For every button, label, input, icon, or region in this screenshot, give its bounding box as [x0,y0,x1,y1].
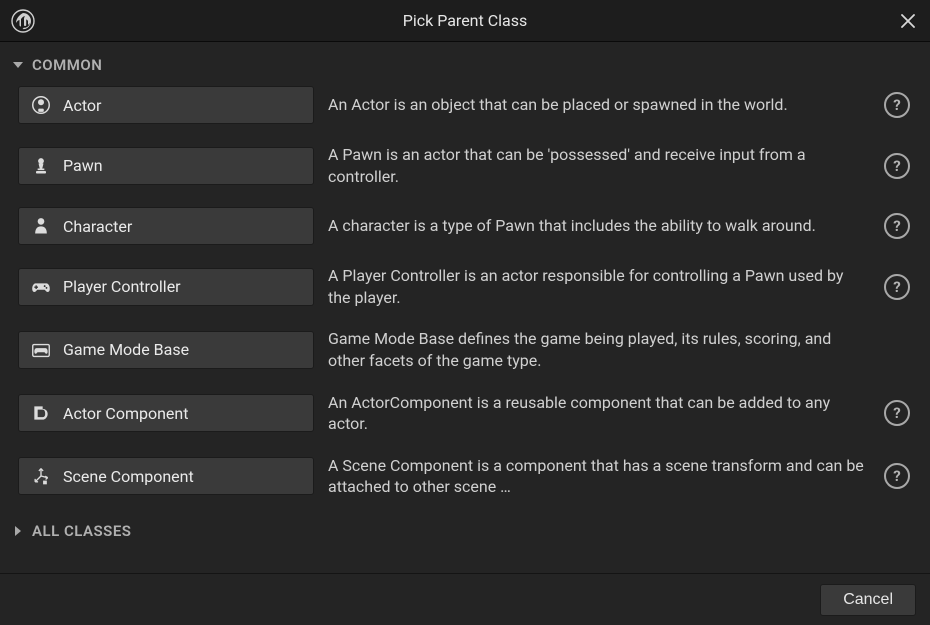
class-description: A Scene Component is a component that ha… [328,455,870,498]
class-description: A character is a type of Pawn that inclu… [328,215,870,237]
help-placeholder [884,337,910,363]
help-button-actor[interactable]: ? [884,92,910,118]
class-label: Character [63,217,132,236]
section-common-label: COMMON [32,56,102,74]
section-common-header[interactable]: COMMON [10,50,920,82]
close-button[interactable] [896,9,920,33]
class-description: Game Mode Base defines the game being pl… [328,328,870,371]
class-row-scene-component: Scene Component A Scene Component is a co… [18,455,918,498]
class-description: An ActorComponent is a reusable componen… [328,392,870,435]
help-button-player-controller[interactable]: ? [884,274,910,300]
actor-icon [29,93,53,117]
class-button-player-controller[interactable]: Player Controller [18,268,314,306]
help-button-scene-component[interactable]: ? [884,463,910,489]
question-icon: ? [893,96,900,114]
class-button-pawn[interactable]: Pawn [18,147,314,185]
titlebar: Pick Parent Class [0,0,930,42]
class-row-character: Character A character is a type of Pawn t… [18,207,918,245]
class-button-actor[interactable]: Actor [18,86,314,124]
unreal-logo-icon [10,8,36,34]
pawn-icon [29,154,53,178]
class-button-scene-component[interactable]: Scene Component [18,457,314,495]
question-icon: ? [893,404,900,422]
dialog-content: COMMON Actor An Actor is an object that c… [0,42,930,573]
class-row-actor-component: Actor Component An ActorComponent is a re… [18,392,918,435]
component-icon [29,401,53,425]
class-label: Scene Component [63,467,194,486]
question-icon: ? [893,278,900,296]
controller-icon [29,275,53,299]
class-button-character[interactable]: Character [18,207,314,245]
class-button-game-mode-base[interactable]: Game Mode Base [18,331,314,369]
cancel-button[interactable]: Cancel [820,584,916,616]
section-all-classes-header[interactable]: ALL CLASSES [10,508,920,548]
class-description: An Actor is an object that can be placed… [328,94,870,116]
chevron-right-icon [12,524,26,538]
question-icon: ? [893,217,900,235]
class-list: Actor An Actor is an object that can be p… [10,82,920,508]
scene-component-icon [29,464,53,488]
class-description: A Pawn is an actor that can be 'possesse… [328,144,870,187]
class-row-actor: Actor An Actor is an object that can be p… [18,86,918,124]
class-row-game-mode-base: Game Mode Base Game Mode Base defines the… [18,328,918,371]
window-title: Pick Parent Class [0,11,930,30]
class-description: A Player Controller is an actor responsi… [328,265,870,308]
chevron-down-icon [12,58,26,72]
character-icon [29,214,53,238]
class-label: Actor [63,96,101,115]
question-icon: ? [893,157,900,175]
class-label: Game Mode Base [63,340,189,359]
help-button-actor-component[interactable]: ? [884,400,910,426]
gamemode-icon [29,338,53,362]
help-button-character[interactable]: ? [884,213,910,239]
close-icon [901,14,915,28]
help-button-pawn[interactable]: ? [884,153,910,179]
dialog-footer: Cancel [0,573,930,625]
section-all-classes-label: ALL CLASSES [32,522,131,540]
class-label: Pawn [63,156,103,175]
class-label: Actor Component [63,404,188,423]
class-button-actor-component[interactable]: Actor Component [18,394,314,432]
question-icon: ? [893,467,900,485]
class-label: Player Controller [63,277,181,296]
class-row-pawn: Pawn A Pawn is an actor that can be 'poss… [18,144,918,187]
class-row-player-controller: Player Controller A Player Controller is … [18,265,918,308]
